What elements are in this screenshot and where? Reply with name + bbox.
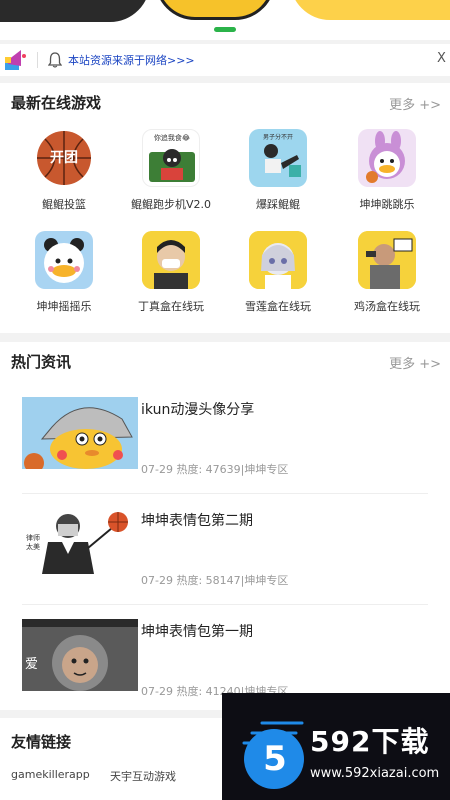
news-thumbnail: 律师太美 [22,508,138,580]
icon-label: 男子分不开 [262,134,293,141]
game-name[interactable]: 丁真盒在线玩 [121,298,221,314]
divider [22,604,428,605]
dingzhen-box-icon [142,231,200,289]
game-name[interactable]: 鸡汤盒在线玩 [337,298,437,314]
divider [22,493,428,494]
chicken-soup-box-icon [358,231,416,289]
section-title: 最新在线游戏 [11,94,102,112]
friend-link[interactable]: 天宇互动游戏 [110,768,176,784]
game-item[interactable]: 丁真盒在线玩 [121,231,221,314]
news-title[interactable]: 坤坤表情包第二期 [141,510,253,530]
banner-art-right [290,0,450,20]
watermark-url: www.592xiazai.com [310,766,440,781]
icon-label: 开团 [50,150,78,166]
section-title: 友情链接 [11,733,72,751]
game-item[interactable]: 雪莲盒在线玩 [228,231,328,314]
more-news-link[interactable]: 更多 +> [389,353,441,372]
divider [37,52,38,68]
game-item[interactable]: 男子分不开 爆踩鲲鲲 [228,129,328,212]
news-thumbnail: 爱 [22,619,138,691]
news-title[interactable]: 坤坤表情包第一期 [141,621,253,641]
close-notice-button[interactable]: X [437,51,446,66]
news-thumbnail [22,397,138,469]
news-item[interactable]: 律师太美 坤坤表情包第二期 07-29 热度: 58147|坤坤专区 [22,508,428,605]
news-item[interactable]: ikun动漫头像分享 07-29 热度: 47639|坤坤专区 [22,397,428,494]
watermark-title: 592下载 [310,725,430,758]
latest-games-section: 最新在线游戏 更多 +> 开团 鲲鲲投篮 你追我食😂 鲲鲲跑步机V2.0 男子分… [0,83,450,333]
hot-news-section: 热门资讯 更多 +> ikun动漫头像分享 07-29 热度: 47639|坤坤… [0,342,450,710]
game-item[interactable]: 你追我食😂 鲲鲲跑步机V2.0 [121,129,221,212]
news-title[interactable]: ikun动漫头像分享 [141,399,254,419]
bell-icon [47,52,63,68]
chick-panda-icon [35,231,93,289]
game-name[interactable]: 坤坤摇摇乐 [14,298,114,314]
app-page: 本站资源来源于网络>>> X 最新在线游戏 更多 +> 开团 鲲鲲投篮 你追我食… [0,0,450,800]
stomp-game-icon: 男子分不开 [249,129,307,187]
friend-link[interactable]: gamekillerapp [11,768,90,781]
game-item[interactable]: 鸡汤盒在线玩 [337,231,437,314]
carousel-indicator[interactable] [214,27,236,32]
notice-text[interactable]: 本站资源来源于网络>>> [68,52,195,68]
icon-label: 你追我食😂 [153,134,191,142]
notice-bar[interactable]: 本站资源来源于网络>>> X [0,44,450,76]
thumb-caption: 爱 [25,657,39,672]
game-name[interactable]: 坤坤跳跳乐 [337,196,437,212]
game-name[interactable]: 雪莲盒在线玩 [228,298,328,314]
banner-art-yellow [155,0,275,20]
game-name[interactable]: 鲲鲲跑步机V2.0 [121,196,221,212]
news-meta: 07-29 热度: 58147|坤坤专区 [141,574,289,587]
watermark-logo-digit: 5 [263,739,287,779]
xuelian-box-icon [249,231,307,289]
basketball-icon: 开团 [35,129,93,187]
thumb-caption: 律师太美 [26,534,40,551]
megaphone-icon [3,46,29,72]
news-meta: 07-29 热度: 47639|坤坤专区 [141,463,289,476]
game-name[interactable]: 爆踩鲲鲲 [228,196,328,212]
game-item[interactable]: 坤坤跳跳乐 [337,129,437,212]
section-title: 热门资讯 [11,353,72,371]
banner-carousel[interactable] [0,0,450,40]
game-item[interactable]: 坤坤摇摇乐 [14,231,114,314]
game-name[interactable]: 鲲鲲投篮 [14,196,114,212]
more-games-link[interactable]: 更多 +> [389,94,441,113]
game-item[interactable]: 开团 鲲鲲投篮 [14,129,114,212]
chick-bunny-icon [358,129,416,187]
treadmill-game-icon: 你追我食😂 [142,129,200,187]
banner-art-dark [0,0,150,22]
site-watermark: 5 592下载 www.592xiazai.com [222,693,450,800]
